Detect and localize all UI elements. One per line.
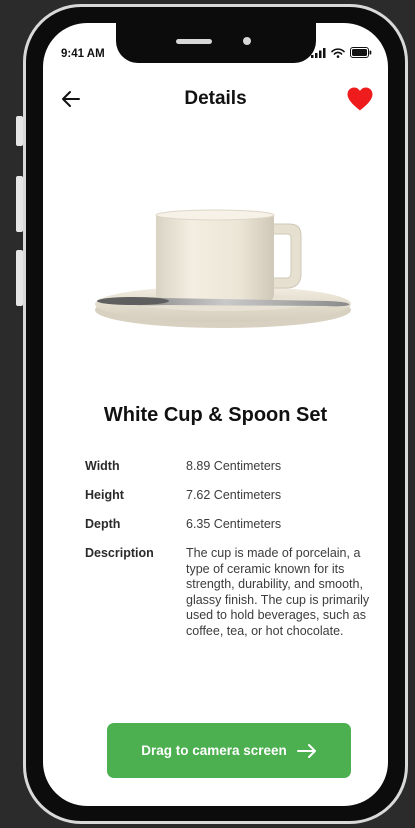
wifi-icon [331, 47, 345, 58]
battery-icon [350, 47, 372, 58]
header: Details [43, 87, 388, 117]
spec-value: 6.35 Centimeters [186, 517, 282, 531]
notch [116, 23, 316, 63]
arrow-right-icon [296, 743, 316, 758]
spec-value: 8.89 Centimeters [186, 459, 282, 473]
spec-label: Description [85, 546, 154, 560]
page-title: Details [184, 88, 247, 109]
spec-value: 7.62 Centimeters [186, 488, 282, 502]
spec-label: Width [85, 459, 120, 473]
status-time: 9:41 AM [61, 48, 105, 60]
status-icons [311, 47, 372, 58]
speaker-grill [176, 39, 212, 44]
drag-to-camera-button[interactable]: Drag to camera screen [107, 723, 351, 778]
volume-up-button [16, 176, 23, 232]
heart-icon [347, 87, 373, 111]
signal-icon [311, 47, 326, 58]
spec-label: Height [85, 488, 124, 502]
front-camera [243, 37, 251, 45]
product-name: White Cup & Spoon Set [103, 404, 328, 426]
phone-frame: 9:41 AM Details White Cup & Spoon Set Wi… [23, 4, 408, 824]
cup-and-spoon-image [93, 188, 358, 338]
silent-switch [16, 116, 23, 146]
spec-label: Depth [85, 517, 121, 531]
screen: 9:41 AM Details White Cup & Spoon Set Wi… [43, 23, 388, 806]
favorite-button[interactable] [346, 86, 374, 112]
cta-label: Drag to camera screen [141, 743, 287, 758]
volume-down-button [16, 250, 23, 306]
description-text: The cup is made of porcelain, a type of … [186, 546, 370, 638]
